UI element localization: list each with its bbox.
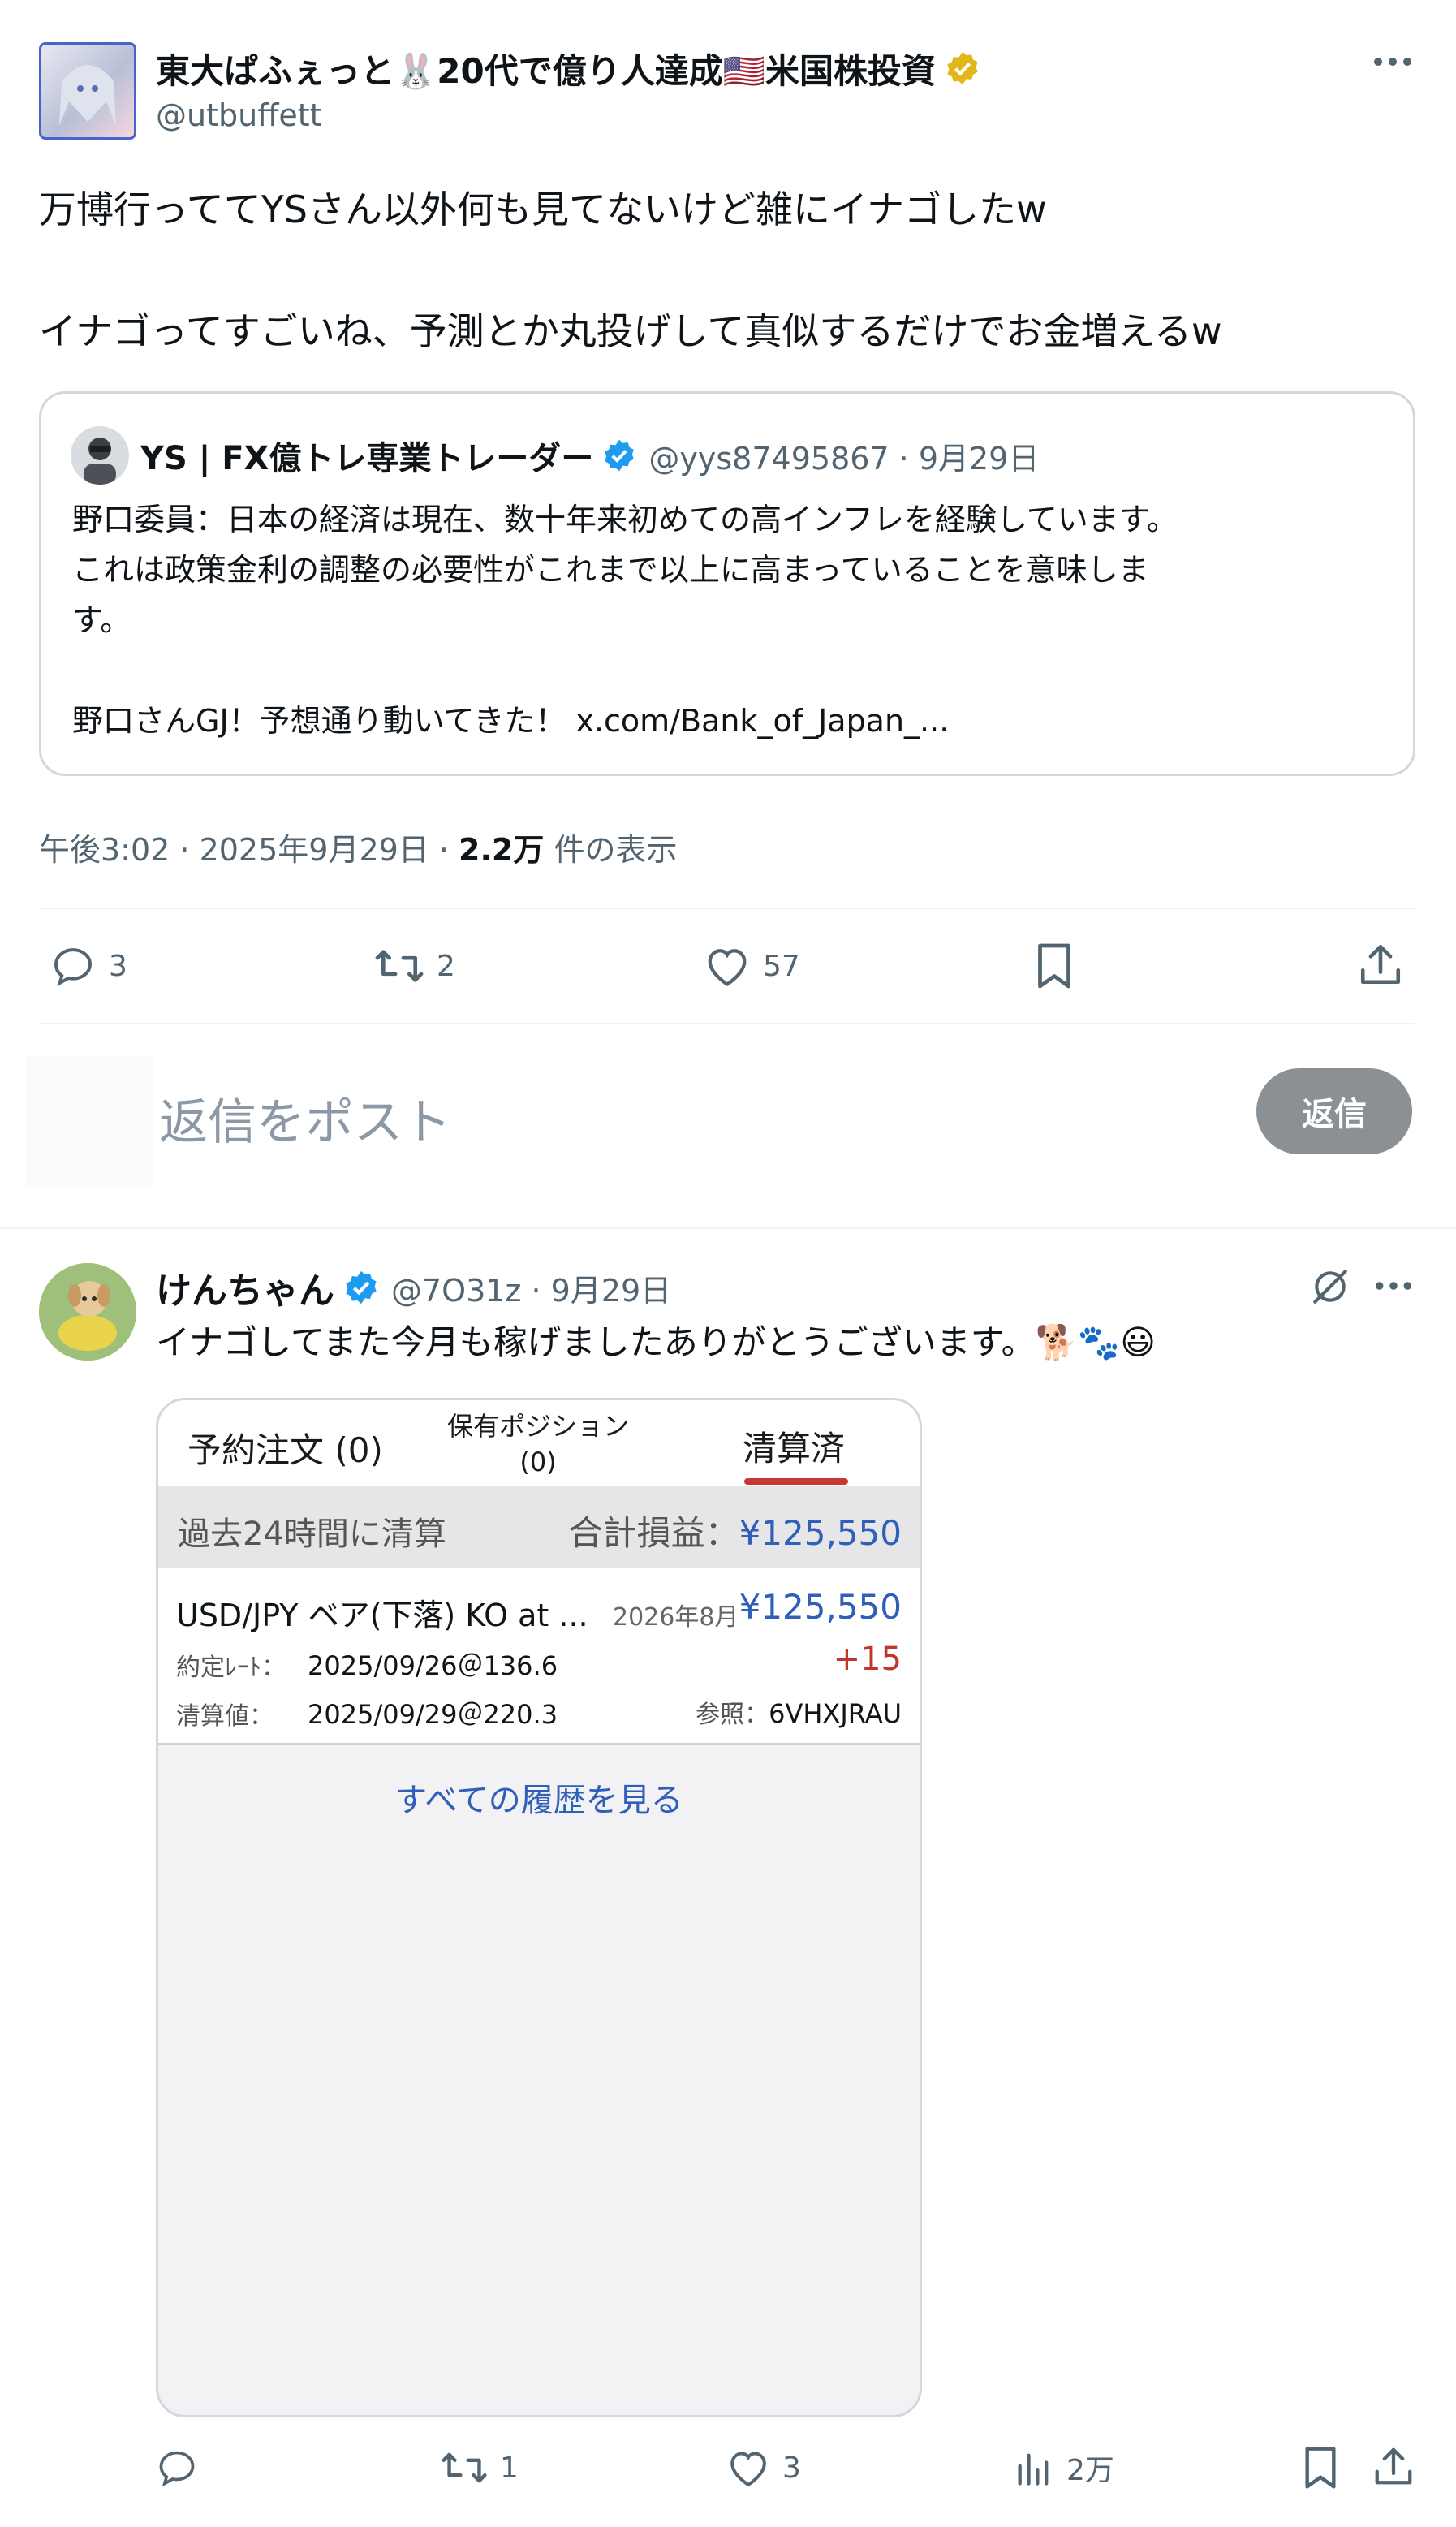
reply-action[interactable] <box>154 2447 211 2489</box>
heart-icon <box>726 2447 771 2489</box>
reply-action[interactable]: 3 <box>49 943 127 989</box>
more-options-icon[interactable] <box>1372 54 1414 70</box>
trade-amount: ¥125,550 <box>739 1587 902 1627</box>
reference: 参照：6VHXJRAU <box>696 1694 902 1730</box>
repost-count: 2 <box>437 949 455 983</box>
quoted-text-line-3: す。 <box>72 602 131 638</box>
author-handle[interactable]: @utbuffett <box>156 97 322 133</box>
verified-blue-badge-icon <box>601 438 637 473</box>
post-timestamp[interactable]: 午後3:02 · 2025年9月29日 · <box>39 832 459 868</box>
summary-total-value: ¥125,550 <box>739 1513 902 1553</box>
bookmark-icon <box>1032 942 1076 990</box>
share-action[interactable] <box>1372 2443 1415 2489</box>
share-icon <box>1372 2443 1415 2489</box>
quoted-name-row: YS | FX億トレ専業トレーダー @yys87495867 · 9月29日 <box>140 433 1039 478</box>
views-count: 2万 <box>1066 2454 1114 2487</box>
tab-positions-label: 保有ポジション <box>446 1411 629 1442</box>
reply-text: イナゴしてまた今月も稼げましたありがとうございます。🐕🐾😃 <box>156 1322 1156 1362</box>
quoted-text-line-1: 野口委員：日本の経済は現在、数十年来初めての高インフレを経験しています。 <box>72 502 1178 537</box>
avatar-illustration <box>39 1263 136 1361</box>
reply-handle-date[interactable]: @7O31z · 9月29日 <box>391 1266 671 1310</box>
author-avatar[interactable] <box>39 42 136 140</box>
image-tab-bar: 予約注文 (0) 保有ポジション (0) 清算済 <box>158 1400 920 1489</box>
share-icon <box>1357 940 1404 989</box>
summary-bar: 過去24時間に清算 合計損益：¥125,550 <box>158 1486 920 1568</box>
reply-icon <box>49 943 97 989</box>
reply-display-name[interactable]: けんちゃん <box>156 1261 334 1313</box>
bookmark-action[interactable] <box>1300 2445 1341 2490</box>
trade-expiry: 2026年8月 <box>613 1603 739 1632</box>
more-options-icon[interactable] <box>1373 1278 1414 1294</box>
repost-action[interactable]: 1 <box>440 2447 519 2489</box>
reply-input[interactable]: 返信をポスト <box>159 1083 451 1154</box>
quoted-handle-date: @yys87495867 · 9月29日 <box>648 440 1040 477</box>
author-display-name[interactable]: 東大ぱふぇっと🐰20代で億り人達成🇺🇸米国株投資 <box>156 44 936 93</box>
repost-icon <box>440 2447 489 2489</box>
post-meta: 午後3:02 · 2025年9月29日 · 2.2万 件の表示 <box>39 825 677 869</box>
repost-icon <box>373 943 425 989</box>
quoted-text: 野口委員：日本の経済は現在、数十年来初めての高インフレを経験しています。 これは… <box>72 494 1178 746</box>
quoted-display-name: YS | FX億トレ専業トレーダー <box>140 440 594 477</box>
rate-label: 約定ﾚｰﾄ： <box>176 1654 286 1682</box>
tab-positions: 保有ポジション (0) <box>439 1408 637 1480</box>
quoted-author-avatar <box>71 426 129 485</box>
history-link: すべての履歴を見る <box>394 1782 683 1819</box>
ref-value: 6VHXJRAU <box>769 1698 902 1729</box>
summary-total-label: 合計損益： <box>568 1513 739 1553</box>
avatar-illustration <box>59 65 116 126</box>
grok-icon[interactable] <box>1310 1266 1350 1307</box>
quoted-post[interactable]: YS | FX億トレ専業トレーダー @yys87495867 · 9月29日 野… <box>39 391 1415 776</box>
views-action[interactable]: 2万 <box>1013 2447 1114 2489</box>
post-text-line-2: イナゴってすごいね、予測とか丸投げして真似するだけでお金増えるw <box>39 309 1222 353</box>
like-action[interactable]: 3 <box>726 2447 801 2489</box>
quoted-text-line-4: 野口さんGJ！予想通り動いてきた！ <box>72 703 576 739</box>
rate-value: 2025/09/26＠136.6 <box>308 1650 558 1681</box>
analytics-icon <box>1013 2447 1055 2489</box>
trade-row: USD/JPY ベア(下落) KO at ... 2026年8月 ¥125,55… <box>158 1568 920 1745</box>
views-label: 件の表示 <box>544 832 678 868</box>
settle-label: 清算値： <box>176 1702 274 1731</box>
bookmark-icon <box>1300 2445 1341 2490</box>
author-name-row: 東大ぱふぇっと🐰20代で億り人達成🇺🇸米国株投資 <box>156 47 981 91</box>
reply-image[interactable]: 予約注文 (0) 保有ポジション (0) 清算済 過去24時間に清算 合計損益：… <box>156 1398 922 2417</box>
repost-count: 1 <box>500 2451 519 2485</box>
quoted-text-line-2: これは政策金利の調整の必要性がこれまで以上に高まっていることを意味しま <box>72 552 1149 588</box>
tab-positions-count: (0) <box>519 1447 557 1477</box>
reply-author-avatar[interactable] <box>39 1263 136 1361</box>
reply-count: 3 <box>109 949 127 983</box>
like-count: 57 <box>763 949 800 983</box>
summary-total: 合計損益：¥125,550 <box>569 1506 902 1555</box>
like-action[interactable]: 57 <box>703 943 800 989</box>
verified-blue-badge-icon[interactable] <box>342 1269 380 1306</box>
quoted-link[interactable]: x.com/Bank_of_Japan_... <box>575 703 949 739</box>
views-count: 2.2万 <box>459 832 545 868</box>
reply-name-row: けんちゃん @7O31z · 9月29日 <box>156 1265 671 1312</box>
tab-reservations: 予約注文 (0) <box>187 1430 383 1470</box>
settle-value: 2025/09/29＠220.3 <box>308 1699 558 1730</box>
composer-avatar-placeholder <box>26 1055 153 1188</box>
verified-gold-badge-icon[interactable] <box>944 50 981 87</box>
repost-action[interactable]: 2 <box>373 943 455 989</box>
rate-change: +15 <box>833 1641 902 1678</box>
reply-icon <box>154 2447 200 2489</box>
divider <box>39 1023 1415 1024</box>
share-action[interactable] <box>1357 940 1404 989</box>
divider <box>39 908 1415 909</box>
reply-button[interactable]: 返信 <box>1256 1068 1412 1154</box>
heart-icon <box>703 943 752 989</box>
tab-settled: 清算済 <box>743 1429 846 1468</box>
summary-label: 過去24時間に清算 <box>178 1516 446 1553</box>
trade-title: USD/JPY ベア(下落) KO at ... <box>176 1598 588 1633</box>
post-text-line-1: 万博行っててYSさん以外何も見てないけど雑にイナゴしたw <box>39 188 1047 231</box>
like-count: 3 <box>782 2451 801 2485</box>
bookmark-action[interactable] <box>1032 942 1076 990</box>
ref-label: 参照： <box>696 1701 769 1729</box>
active-tab-indicator <box>744 1478 848 1485</box>
divider <box>0 1227 1456 1229</box>
